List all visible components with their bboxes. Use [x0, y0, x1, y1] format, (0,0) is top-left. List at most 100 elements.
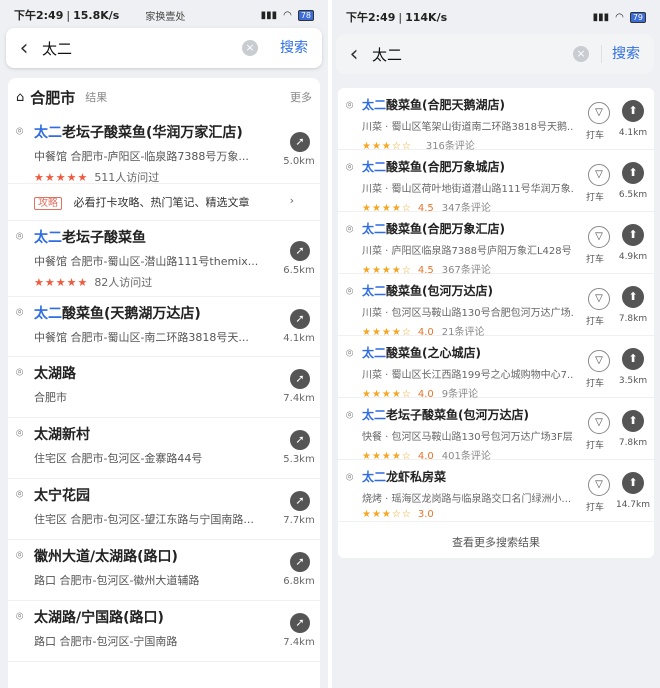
list-item[interactable]: ⌾ 太二酸菜鱼(包河万达店) 川菜 · 包河区马鞍山路130号合肥包河万达广场.… [338, 274, 654, 338]
navigate-icon[interactable]: ⬆ [622, 286, 644, 308]
list-item[interactable]: ⌾ 太二老坛子酸菜鱼(包河万达店) 快餐 · 包河区马鞍山路130号包河万达广场… [338, 398, 654, 462]
list-item[interactable]: ⌾ 太二龙虾私房菜 烧烤 · 瑶海区龙岗路与临泉路交口名门绿洲小... ★★★☆… [338, 460, 654, 522]
place-name: 太二酸菜鱼(合肥万象城店) [362, 160, 505, 174]
place-address: 烧烤 · 瑶海区龙岗路与临泉路交口名门绿洲小... [362, 494, 572, 505]
back-icon[interactable]: ‹ [336, 42, 372, 67]
more-link[interactable]: 更多 [290, 89, 312, 105]
place-name: 徽州大道/太湖路(路口) [34, 549, 178, 565]
distance: 7.8km [618, 314, 648, 324]
navigate-icon[interactable]: ⬆ [622, 410, 644, 432]
right-screen: 下午2:49 | 114K/s ▮▮▮ ◠ 79 ‹ 太二 × 搜索 ⌾ 太二酸… [332, 0, 660, 688]
place-name: 太二老坛子酸菜鱼(华润万家汇店) [34, 125, 243, 141]
place-name: 太宁花园 [34, 488, 90, 504]
status-time: 下午2:49 [346, 11, 396, 24]
results-label: 结果 [85, 91, 108, 104]
place-name: 太二酸菜鱼(包河万达店) [362, 284, 493, 298]
taxi-icon[interactable]: ▽ [588, 350, 610, 372]
list-item[interactable]: ⌾ 太二酸菜鱼(之心城店) 川菜 · 蜀山区长江西路199号之心城购物中心7..… [338, 336, 654, 400]
place-name: 太二老坛子酸菜鱼(包河万达店) [362, 408, 529, 422]
list-item[interactable]: ⌾ 太二酸菜鱼(合肥天鹅湖店) 川菜 · 蜀山区笔架山街道南二环路3818号天鹅… [338, 88, 654, 152]
list-item[interactable]: ⌾ 太二酸菜鱼(合肥万象城店) 川菜 · 蜀山区荷叶地街道潜山路111号华润万象… [338, 150, 654, 214]
guide-text: 必看打卡攻略、热门笔记、精选文章 [73, 196, 250, 209]
list-item[interactable]: ⌾ 太湖路 合肥市 ➚ 7.4km [8, 357, 320, 418]
navigate-icon[interactable]: ➚ [290, 613, 310, 633]
taxi-icon[interactable]: ▽ [588, 288, 610, 310]
distance: 4.1km [618, 128, 648, 138]
back-icon[interactable]: ‹ [6, 36, 42, 61]
navigate-icon[interactable]: ⬆ [622, 162, 644, 184]
taxi-label: 打车 [586, 255, 605, 265]
guide-link[interactable]: 攻略 必看打卡攻略、热门笔记、精选文章 › [8, 184, 320, 221]
signal-icons: ▮▮▮ ◠ 79 [593, 11, 646, 23]
place-address: 中餐馆 合肥市-蜀山区-潜山路111号themix... [34, 255, 259, 268]
search-input[interactable]: 太二 [42, 38, 242, 59]
status-speed: 15.8K/s [73, 8, 120, 22]
pin-icon: ⌾ [346, 160, 354, 174]
place-address: 中餐馆 合肥市-蜀山区-南二环路3818号天... [34, 331, 249, 344]
list-item[interactable]: ⌾ 徽州大道/太湖路(路口) 路口 合肥市-包河区-徽州大道辅路 ➚ 6.8km [8, 540, 320, 601]
navigate-icon[interactable]: ➚ [290, 430, 310, 450]
map-overlay-text: 家换壹处 [145, 11, 186, 23]
chevron-right-icon: › [289, 194, 294, 207]
pin-icon: ⌾ [16, 305, 24, 319]
place-name: 太湖路/宁国路(路口) [34, 610, 164, 626]
list-item[interactable]: ⌾ 太二老坛子酸菜鱼 中餐馆 合肥市-蜀山区-潜山路111号themix... … [8, 221, 320, 297]
clear-icon[interactable]: × [573, 46, 589, 62]
clear-icon[interactable]: × [242, 40, 258, 56]
taxi-label: 打车 [586, 441, 605, 451]
search-button[interactable]: 搜索 [601, 45, 654, 63]
results-header: ⌂ 合肥市 结果 更多 [8, 78, 320, 116]
list-item[interactable]: ⌾ 太二酸菜鱼(天鹅湖万达店) 中餐馆 合肥市-蜀山区-南二环路3818号天..… [8, 297, 320, 357]
place-address: 快餐 · 包河区马鞍山路130号包河万达广场3F层... [362, 432, 574, 443]
navigate-icon[interactable]: ⬆ [622, 224, 644, 246]
navigate-icon[interactable]: ➚ [290, 309, 310, 329]
search-input[interactable]: 太二 [372, 44, 573, 65]
building-icon: ⌂ [16, 89, 25, 105]
taxi-icon[interactable]: ▽ [588, 474, 610, 496]
place-rating: ★★★★★ 82人访问过 [34, 276, 153, 289]
taxi-label: 打车 [586, 131, 605, 141]
pin-icon: ⌾ [16, 426, 24, 440]
navigate-icon[interactable]: ➚ [290, 491, 310, 511]
place-address: 川菜 · 蜀山区长江西路199号之心城购物中心7... [362, 370, 574, 381]
place-address: 川菜 · 庐阳区临泉路7388号庐阳万象汇L428号 [362, 246, 572, 257]
taxi-label: 打车 [586, 503, 605, 513]
place-address: 川菜 · 包河区马鞍山路130号合肥包河万达广场... [362, 308, 574, 319]
search-bar: ‹ 太二 × 搜索 [6, 28, 322, 68]
distance: 14.7km [615, 500, 651, 510]
navigate-icon[interactable]: ⬆ [622, 348, 644, 370]
navigate-icon[interactable]: ⬆ [622, 100, 644, 122]
navigate-icon[interactable]: ➚ [290, 552, 310, 572]
navigate-icon[interactable]: ➚ [290, 241, 310, 261]
place-name: 太湖路 [34, 366, 76, 382]
see-more-link[interactable]: 查看更多搜索结果 [338, 522, 654, 550]
taxi-icon[interactable]: ▽ [588, 226, 610, 248]
list-item[interactable]: ⌾ 太宁花园 住宅区 合肥市-包河区-望江东路与宁国南路... ➚ 7.7km [8, 479, 320, 540]
place-rating: ★★★★★ 511人访问过 [34, 171, 160, 184]
distance: 4.9km [618, 252, 648, 262]
search-button[interactable]: 搜索 [270, 39, 322, 57]
signal-icons: ▮▮▮ ◠ 78 [261, 9, 314, 21]
taxi-icon[interactable]: ▽ [588, 412, 610, 434]
place-name: 太二酸菜鱼(合肥万象汇店) [362, 222, 505, 236]
distance: 7.7km [283, 515, 315, 526]
list-item[interactable]: ⌾ 太二老坛子酸菜鱼(华润万家汇店) 中餐馆 合肥市-庐阳区-临泉路7388号万… [8, 116, 320, 184]
pin-icon: ⌾ [16, 548, 24, 562]
place-address: 川菜 · 蜀山区荷叶地街道潜山路111号华润万象... [362, 184, 574, 195]
pin-icon: ⌾ [346, 98, 354, 112]
list-item[interactable]: ⌾ 太湖路/宁国路(路口) 路口 合肥市-包河区-宁国南路 ➚ 7.4km [8, 601, 320, 662]
place-name: 太二酸菜鱼(之心城店) [362, 346, 481, 360]
taxi-label: 打车 [586, 193, 605, 203]
taxi-icon[interactable]: ▽ [588, 164, 610, 186]
list-item[interactable]: ⌾ 太二酸菜鱼(合肥万象汇店) 川菜 · 庐阳区临泉路7388号庐阳万象汇L42… [338, 212, 654, 276]
taxi-icon[interactable]: ▽ [588, 102, 610, 124]
navigate-icon[interactable]: ➚ [290, 369, 310, 389]
guide-tag: 攻略 [34, 197, 62, 210]
distance: 4.1km [283, 333, 315, 344]
navigate-icon[interactable]: ➚ [290, 132, 310, 152]
place-name: 太二酸菜鱼(天鹅湖万达店) [34, 306, 201, 322]
battery-icon: 79 [629, 11, 646, 23]
navigate-icon[interactable]: ⬆ [622, 472, 644, 494]
list-item[interactable]: ⌾ 太湖新村 住宅区 合肥市-包河区-金寨路44号 ➚ 5.3km [8, 418, 320, 479]
pin-icon: ⌾ [16, 124, 24, 138]
